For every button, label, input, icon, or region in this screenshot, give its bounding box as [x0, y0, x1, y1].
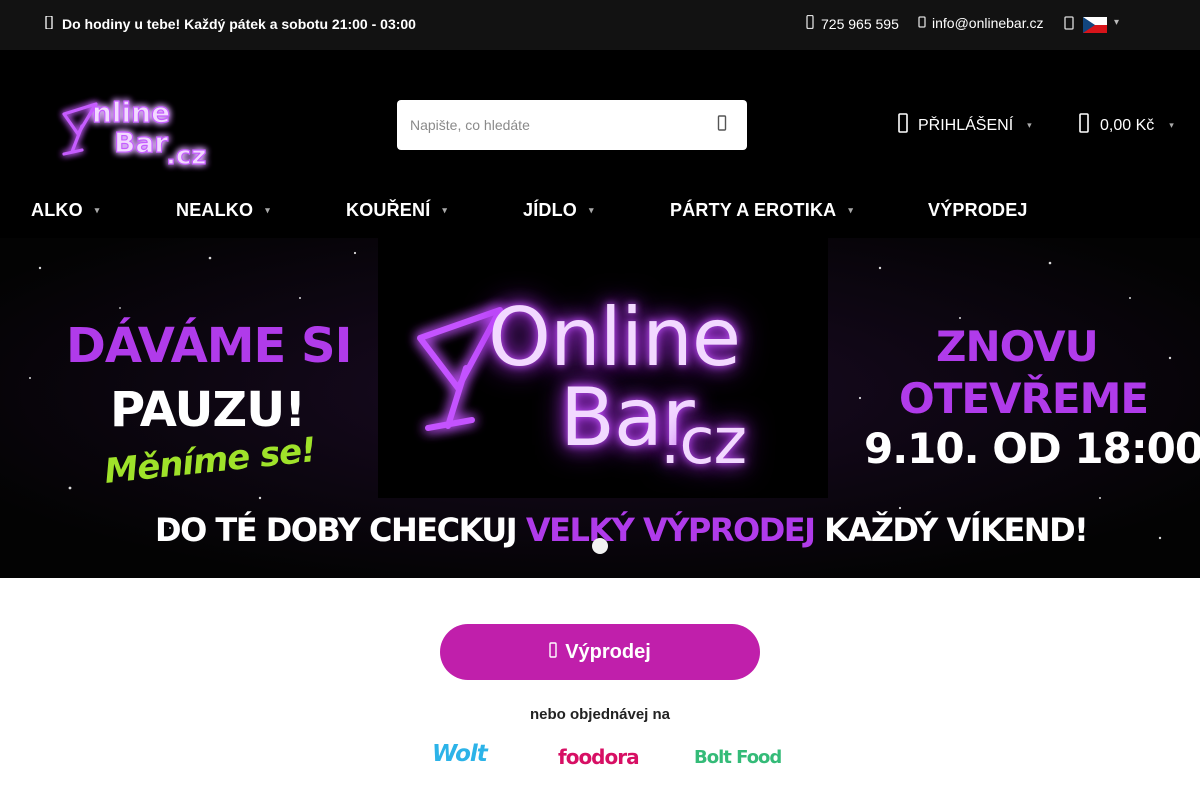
chevron-down-icon: ▾ — [1027, 120, 1032, 130]
login-button[interactable]: PŘIHLÁŠENÍ ▾ — [898, 113, 1032, 138]
bolt-food-link[interactable]: Bolt Food — [694, 747, 782, 768]
nav-item-label: PÁRTY A EROTIKA — [670, 200, 837, 220]
banner-bottom-part2: VELKÝ VÝPRODEJ — [525, 511, 816, 549]
foodora-link[interactable]: foodora — [558, 745, 640, 769]
wolt-link[interactable]: Wolt — [432, 741, 488, 767]
banner-left-subheadline: PAUZU! — [110, 382, 306, 438]
search-input[interactable] — [397, 100, 697, 150]
clock-icon — [44, 15, 54, 32]
cart-icon — [1079, 113, 1089, 138]
banner-bottom-part3: KAŽDÝ VÍKEND! — [824, 511, 1089, 549]
nav-item-vyprodej[interactable]: VÝPRODEJ — [928, 200, 1028, 221]
chevron-down-icon: ▾ — [442, 205, 448, 215]
nav-item-alko[interactable]: ALKO ▾ — [31, 200, 100, 221]
order-alternatives-text: nebo objednávej na — [529, 706, 671, 723]
search-box — [397, 100, 747, 150]
main-content: Výprodej nebo objednávej na Wolt foodora… — [0, 578, 1200, 800]
mail-icon — [918, 15, 926, 31]
main-navigation: ALKO ▾ NEALKO ▾ KOUŘENÍ ▾ JÍDLO ▾ PÁRTY … — [0, 190, 1200, 230]
chevron-down-icon: ▾ — [1169, 120, 1174, 130]
nav-item-label: ALKO — [31, 200, 83, 220]
banner-logo-line3: .cz — [660, 405, 747, 479]
nav-item-label: JÍDLO — [523, 200, 578, 220]
top-bar: Do hodiny u tebe! Každý pátek a sobotu 2… — [0, 0, 1200, 50]
banner-left-headline: DÁVÁME SI — [66, 318, 352, 374]
language-caret-icon[interactable]: ▾ — [1114, 17, 1119, 28]
nav-item-label: KOUŘENÍ — [346, 200, 431, 220]
nav-item-label: VÝPRODEJ — [928, 200, 1028, 220]
cart-total: 0,00 Kč — [1100, 116, 1155, 134]
banner-right-line2: OTEVŘEME — [899, 374, 1149, 423]
banner-bottom-line: DO TÉ DOBY CHECKUJ VELKÝ VÝPRODEJ KAŽDÝ … — [155, 511, 1089, 549]
phone-link[interactable]: 725 965 595 — [806, 14, 899, 32]
search-button[interactable] — [707, 110, 737, 140]
chevron-down-icon: ▾ — [94, 205, 100, 215]
phone-number: 725 965 595 — [821, 15, 899, 32]
banner-bottom-part1: DO TÉ DOBY CHECKUJ — [155, 511, 518, 549]
user-icon — [898, 113, 908, 138]
search-icon — [717, 114, 727, 136]
opening-hours-notice: Do hodiny u tebe! Každý pátek a sobotu 2… — [44, 15, 416, 32]
cart-button[interactable]: 0,00 Kč ▾ — [1079, 113, 1174, 138]
site-logo[interactable]: nline Bar .cz — [56, 82, 236, 182]
chevron-down-icon: ▾ — [589, 205, 594, 215]
banner-right-line1: ZNOVU — [936, 322, 1099, 371]
nav-item-party-erotika[interactable]: PÁRTY A EROTIKA ▾ — [670, 200, 853, 221]
czech-flag-icon[interactable] — [1083, 17, 1107, 33]
account-icon[interactable] — [1064, 16, 1074, 35]
tag-icon — [549, 641, 557, 664]
nav-item-koureni[interactable]: KOUŘENÍ ▾ — [346, 200, 447, 221]
svg-text:Bar: Bar — [114, 126, 168, 159]
nav-item-jidlo[interactable]: JÍDLO ▾ — [523, 200, 594, 221]
sale-button[interactable]: Výprodej — [440, 624, 760, 680]
banner-right-line3: 9.10. OD 18:00! — [864, 424, 1200, 473]
opening-hours-text: Do hodiny u tebe! Každý pátek a sobotu 2… — [62, 16, 416, 32]
svg-text:.cz: .cz — [166, 141, 206, 171]
svg-text:nline: nline — [92, 96, 170, 129]
phone-icon — [806, 14, 814, 32]
banner-logo-line1: Online — [488, 291, 741, 384]
chevron-down-icon: ▾ — [265, 205, 270, 215]
carousel-dot[interactable] — [592, 538, 608, 554]
nav-item-label: NEALKO — [176, 200, 254, 220]
email-link[interactable]: info@onlinebar.cz — [918, 15, 1044, 31]
nav-item-nealko[interactable]: NEALKO ▾ — [176, 200, 270, 221]
chevron-down-icon: ▾ — [848, 205, 854, 215]
hero-banner[interactable]: DÁVÁME SI PAUZU! Měníme se! Online Bar .… — [0, 238, 1200, 578]
login-label: PŘIHLÁŠENÍ — [918, 116, 1014, 134]
email-address: info@onlinebar.cz — [932, 15, 1044, 31]
sale-button-label: Výprodej — [565, 640, 651, 663]
